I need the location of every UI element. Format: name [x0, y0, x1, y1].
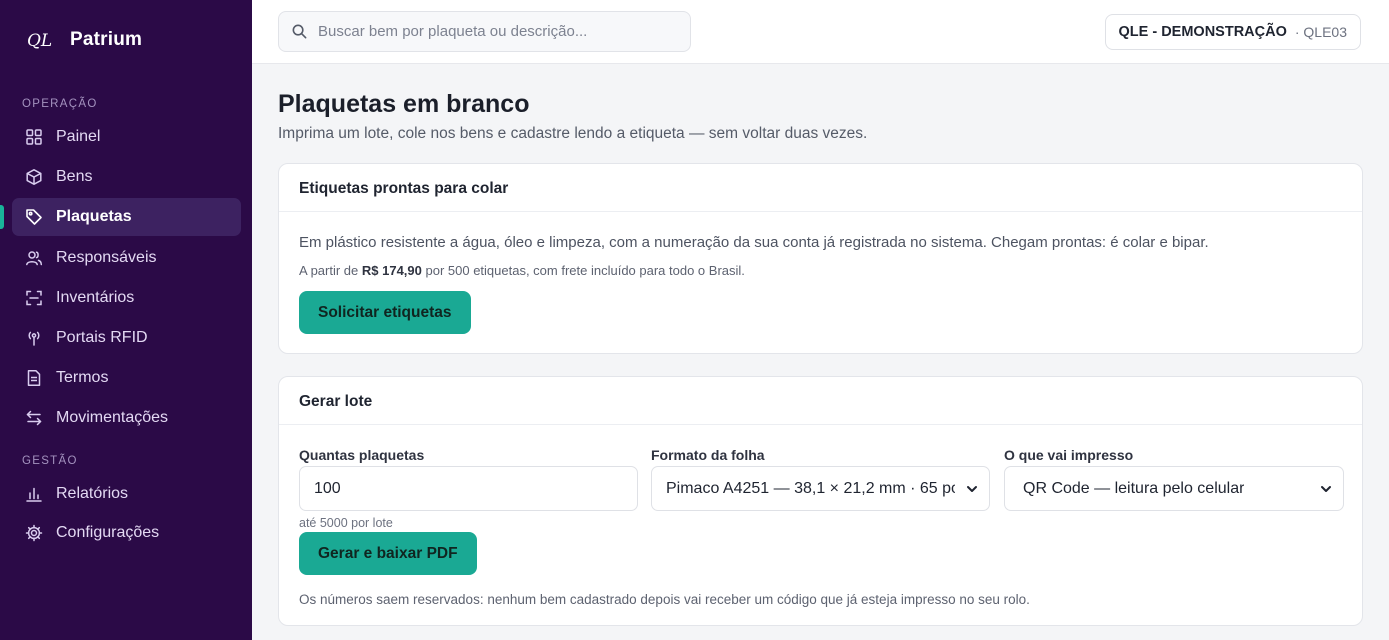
print-content-select[interactable]: QR Code — leitura pelo celular	[1004, 466, 1344, 511]
sheet-format-select[interactable]: Pimaco A4251 — 38,1 × 21,2 mm · 65 por f…	[651, 466, 990, 511]
sidebar-item-painel[interactable]: Painel	[12, 118, 241, 156]
sidebar-item-label: Portais RFID	[56, 329, 148, 346]
sidebar-item-label: Plaquetas	[56, 208, 132, 225]
print-content-label: O que vai impresso	[1004, 447, 1134, 463]
bar-chart-icon	[26, 487, 42, 502]
active-indicator	[0, 205, 4, 229]
price-suffix: por 500 etiquetas, com frete incluído pa…	[421, 263, 745, 278]
ready-labels-title: Etiquetas prontas para colar	[279, 164, 1362, 212]
sidebar-item-termos[interactable]: Termos	[12, 359, 241, 397]
print-content-value: QR Code — leitura pelo celular	[1023, 479, 1245, 497]
sidebar: QL Patrium OPERAÇÃO Painel Bens Plaqueta…	[0, 0, 252, 640]
antenna-icon	[28, 331, 40, 346]
organization-name: QLE - DEMONSTRAÇÃO	[1118, 24, 1287, 40]
search-icon	[292, 24, 307, 39]
sidebar-item-portais-rfid[interactable]: Portais RFID	[12, 319, 241, 357]
document-icon	[27, 370, 41, 386]
generate-batch-card: Gerar lote Quantas plaquetas 100 até 500…	[278, 376, 1363, 626]
reservation-note: Os números saem reservados: nenhum bem c…	[299, 592, 1030, 607]
patrium-logo-icon: QL	[27, 31, 52, 51]
request-labels-button[interactable]: Solicitar etiquetas	[299, 291, 471, 334]
sidebar-item-plaquetas[interactable]: Plaquetas	[12, 198, 241, 236]
users-icon	[26, 251, 43, 266]
quantity-label: Quantas plaquetas	[299, 447, 425, 463]
page-subtitle: Imprima um lote, cole nos bens e cadastr…	[278, 125, 868, 142]
quantity-input[interactable]: 100	[299, 466, 638, 511]
price-prefix: A partir de	[299, 263, 362, 278]
sidebar-item-movimentacoes[interactable]: Movimentações	[12, 399, 241, 437]
sidebar-item-configuracoes[interactable]: Configurações	[12, 514, 241, 552]
search-box[interactable]	[278, 11, 691, 52]
sidebar-item-bens[interactable]: Bens	[12, 158, 241, 196]
generate-batch-title: Gerar lote	[279, 377, 1362, 425]
brand-name: Patrium	[70, 29, 143, 50]
quantity-value: 100	[314, 479, 341, 497]
brand[interactable]: QL Patrium	[26, 28, 142, 52]
page-title: Plaquetas em branco	[278, 90, 530, 118]
sidebar-item-label: Termos	[56, 369, 109, 386]
grid-icon	[26, 129, 42, 145]
gear-icon	[25, 524, 43, 542]
sidebar-section-operacao: OPERAÇÃO	[22, 98, 98, 110]
sidebar-item-label: Movimentações	[56, 409, 169, 426]
ready-labels-price-info: A partir de R$ 174,90 por 500 etiquetas,…	[299, 263, 745, 278]
top-bar: QLE - DEMONSTRAÇÃO · QLE03	[252, 0, 1389, 64]
scan-icon	[26, 290, 42, 306]
sheet-format-label: Formato da folha	[651, 447, 765, 463]
ready-labels-description: Em plástico resistente a água, óleo e li…	[299, 234, 1209, 251]
sheet-format-value: Pimaco A4251 — 38,1 × 21,2 mm · 65 por f…	[666, 479, 955, 497]
sidebar-item-relatorios[interactable]: Relatórios	[12, 475, 241, 513]
sidebar-item-label: Bens	[56, 168, 93, 185]
swap-icon	[26, 410, 42, 426]
sidebar-item-inventarios[interactable]: Inventários	[12, 279, 241, 317]
ready-labels-card: Etiquetas prontas para colar Em plástico…	[278, 163, 1363, 354]
chevron-down-icon	[967, 486, 977, 492]
sidebar-item-label: Responsáveis	[56, 249, 157, 266]
search-input[interactable]	[318, 23, 678, 40]
sidebar-item-label: Painel	[56, 128, 101, 145]
svg-text:QL: QL	[27, 31, 52, 51]
sidebar-item-responsaveis[interactable]: Responsáveis	[12, 239, 241, 277]
tag-icon	[26, 209, 42, 225]
box-icon	[26, 169, 42, 185]
price-value: R$ 174,90	[361, 263, 422, 278]
sidebar-item-label: Configurações	[56, 524, 160, 541]
organization-code: · QLE03	[1294, 24, 1347, 40]
sidebar-item-label: Inventários	[56, 289, 135, 306]
chevron-down-icon	[1321, 486, 1331, 492]
sidebar-item-label: Relatórios	[56, 485, 129, 502]
organization-selector[interactable]: QLE - DEMONSTRAÇÃO · QLE03	[1104, 14, 1361, 50]
quantity-hint: até 5000 por lote	[299, 516, 393, 530]
sidebar-section-gestao: GESTÃO	[22, 455, 78, 467]
generate-pdf-button[interactable]: Gerar e baixar PDF	[299, 532, 477, 575]
